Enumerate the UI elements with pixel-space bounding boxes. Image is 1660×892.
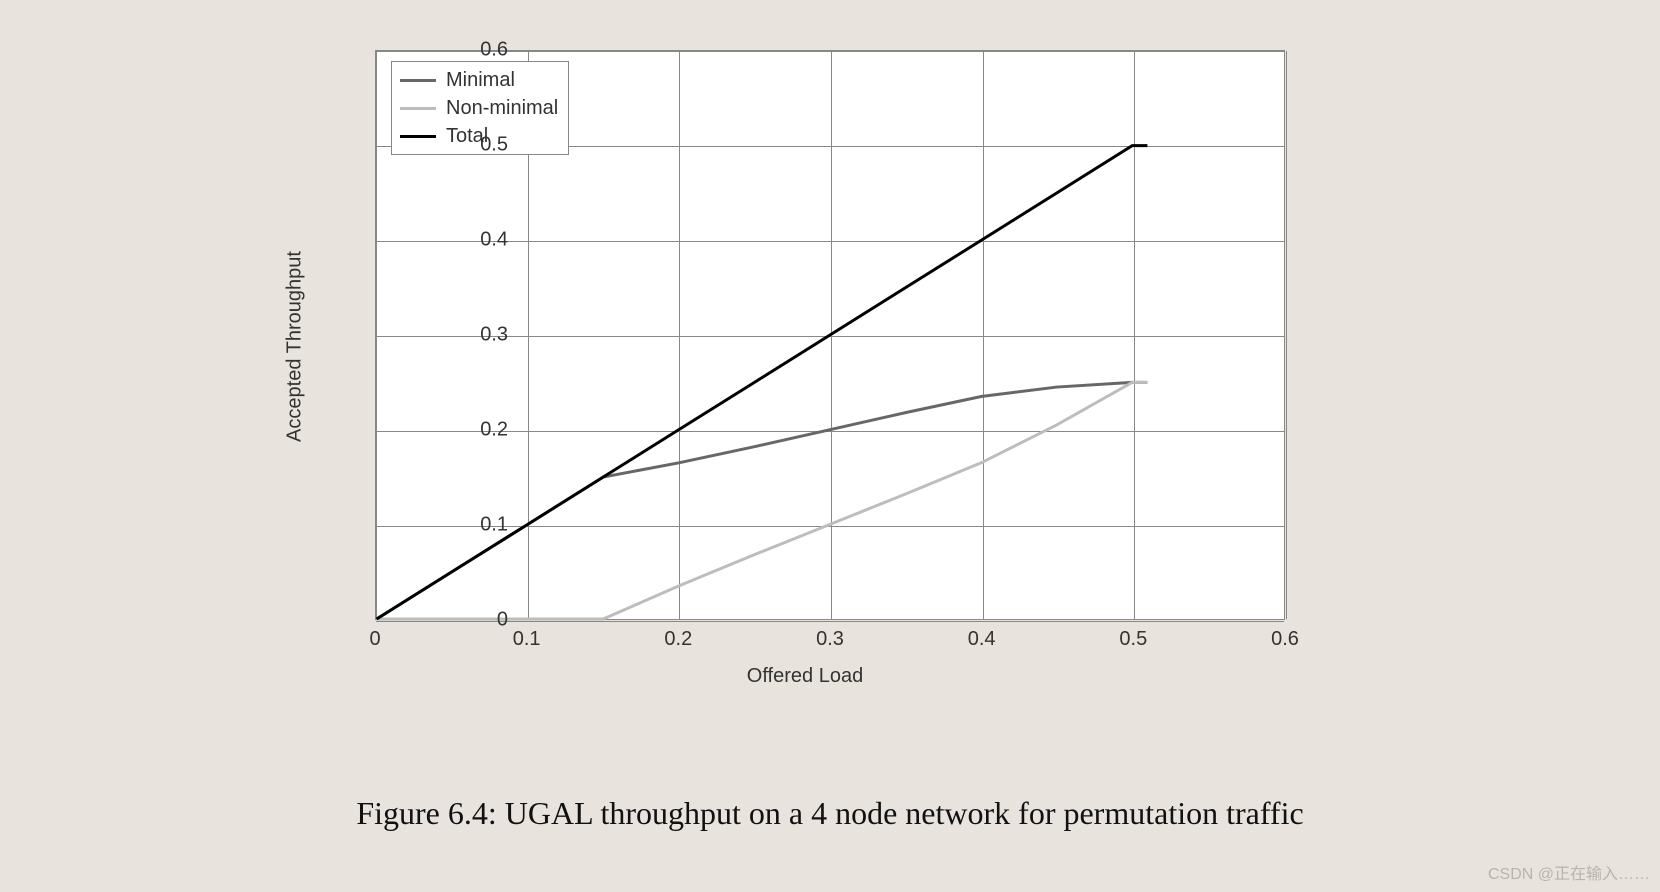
y-tick-label: 0.5 <box>408 134 508 157</box>
x-tick-label: 0.3 <box>800 628 860 651</box>
gridline-h <box>376 621 1284 622</box>
legend-swatch-nonminimal <box>400 107 436 110</box>
x-tick-label: 0.1 <box>497 628 557 651</box>
legend-label-nonminimal: Non-minimal <box>446 97 558 120</box>
y-tick-label: 0.4 <box>408 229 508 252</box>
legend-row: Minimal <box>400 66 558 94</box>
y-tick-label: 0.3 <box>408 324 508 347</box>
legend-swatch-minimal <box>400 79 436 82</box>
legend-row: Non-minimal <box>400 94 558 122</box>
y-axis-label: Accepted Throughput <box>284 251 307 442</box>
x-tick-label: 0.6 <box>1255 628 1315 651</box>
gridline-v <box>1286 51 1287 619</box>
x-tick-label: 0.2 <box>648 628 708 651</box>
x-axis-label: Offered Load <box>747 665 863 688</box>
legend-label-minimal: Minimal <box>446 69 515 92</box>
watermark: CSDN @正在输入…… <box>1488 860 1650 884</box>
x-tick-label: 0 <box>345 628 405 651</box>
y-tick-label: 0 <box>408 609 508 632</box>
y-tick-label: 0.6 <box>408 39 508 62</box>
chart-container: Accepted Throughput Offered Load Minimal… <box>280 20 1330 740</box>
figure-caption: Figure 6.4: UGAL throughput on a 4 node … <box>356 795 1303 832</box>
x-tick-label: 0.5 <box>1103 628 1163 651</box>
y-tick-label: 0.2 <box>408 419 508 442</box>
plot-area: Minimal Non-minimal Total <box>375 50 1285 620</box>
series-line <box>377 146 1148 619</box>
x-tick-label: 0.4 <box>952 628 1012 651</box>
y-tick-label: 0.1 <box>408 514 508 537</box>
